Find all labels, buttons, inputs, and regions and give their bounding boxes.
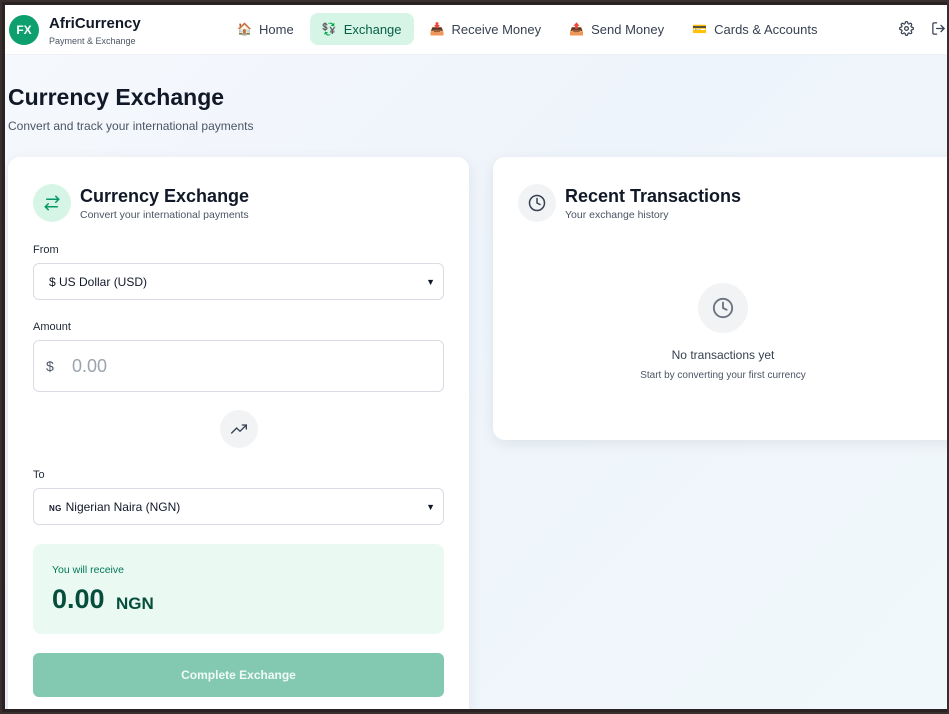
empty-state-subtitle: Start by converting your first currency (640, 370, 806, 381)
from-currency-select[interactable]: $ US Dollar (USD) ▼ (33, 263, 444, 300)
amount-label: Amount (33, 321, 71, 333)
page-title: Currency Exchange (8, 84, 225, 110)
exchange-icon: 💱 (321, 22, 337, 36)
nav-item-receive-money[interactable]: 📥 Receive Money (418, 13, 554, 45)
logo-badge: FX (9, 15, 39, 45)
credit-card-icon: 💳 (692, 22, 708, 36)
gear-icon[interactable] (899, 21, 914, 40)
amount-field-wrapper: $ (33, 340, 444, 392)
page-subtitle: Convert and track your international pay… (8, 119, 254, 133)
from-currency-value: $ US Dollar (USD) (49, 274, 148, 289)
receive-summary: You will receive 0.00 NGN (33, 544, 444, 634)
nav-item-label: Cards & Accounts (714, 21, 818, 37)
brand-subtitle: Payment & Exchange (49, 36, 136, 46)
to-label: To (33, 469, 45, 481)
home-icon: 🏠 (237, 22, 252, 36)
exchange-card-title: Currency Exchange (80, 186, 250, 206)
receive-label: You will receive (52, 564, 124, 576)
nav-item-label: Home (259, 21, 294, 37)
receive-amount: 0.00 (52, 584, 105, 614)
chevron-down-icon: ▼ (426, 501, 435, 512)
app-window: FX AfriCurrency Payment & Exchange 🏠 Hom… (5, 5, 947, 709)
nav-item-label: Receive Money (451, 21, 542, 37)
nav-item-send-money[interactable]: 📤 Send Money (557, 13, 676, 45)
empty-clock-icon (698, 283, 748, 333)
dollar-sign-icon: $ (46, 358, 54, 374)
to-currency-select[interactable]: NG Nigerian Naira (NGN) ▼ (33, 488, 444, 525)
receive-currency: NGN (116, 594, 154, 613)
nav-item-label: Send Money (591, 21, 665, 37)
main-nav: 🏠 Home 💱 Exchange 📥 Receive Money 📤 Send… (225, 13, 829, 45)
complete-exchange-button[interactable]: Complete Exchange (33, 653, 444, 697)
recent-card-title: Recent Transactions (565, 186, 742, 206)
chevron-down-icon: ▼ (426, 276, 435, 287)
nav-item-home[interactable]: 🏠 Home (225, 13, 306, 45)
trending-up-icon (231, 424, 247, 434)
swap-arrows-icon (33, 184, 71, 222)
logout-icon[interactable] (931, 21, 946, 40)
top-header: FX AfriCurrency Payment & Exchange 🏠 Hom… (5, 5, 947, 55)
nav-item-exchange[interactable]: 💱 Exchange (309, 13, 414, 45)
nav-item-cards-accounts[interactable]: 💳 Cards & Accounts (680, 13, 829, 45)
clock-icon (518, 184, 556, 222)
to-currency-value: Nigerian Naira (NGN) (65, 499, 181, 514)
ng-flag-icon: NG (49, 503, 62, 513)
exchange-card: Currency Exchange Convert your internati… (8, 157, 469, 709)
inbox-icon: 📥 (429, 22, 445, 36)
nav-item-label: Exchange (343, 21, 402, 37)
recent-card-subtitle: Your exchange history (565, 209, 669, 221)
outbox-icon: 📤 (569, 22, 585, 36)
amount-input[interactable] (72, 355, 412, 377)
window-frame: FX AfriCurrency Payment & Exchange 🏠 Hom… (2, 2, 947, 712)
empty-state-title: No transactions yet (671, 348, 775, 362)
exchange-card-subtitle: Convert your international payments (80, 209, 249, 221)
swap-currencies-button[interactable] (220, 410, 258, 448)
recent-transactions-card: Recent Transactions Your exchange histor… (493, 157, 947, 440)
from-label: From (33, 244, 59, 256)
brand-title: AfriCurrency (49, 15, 141, 32)
